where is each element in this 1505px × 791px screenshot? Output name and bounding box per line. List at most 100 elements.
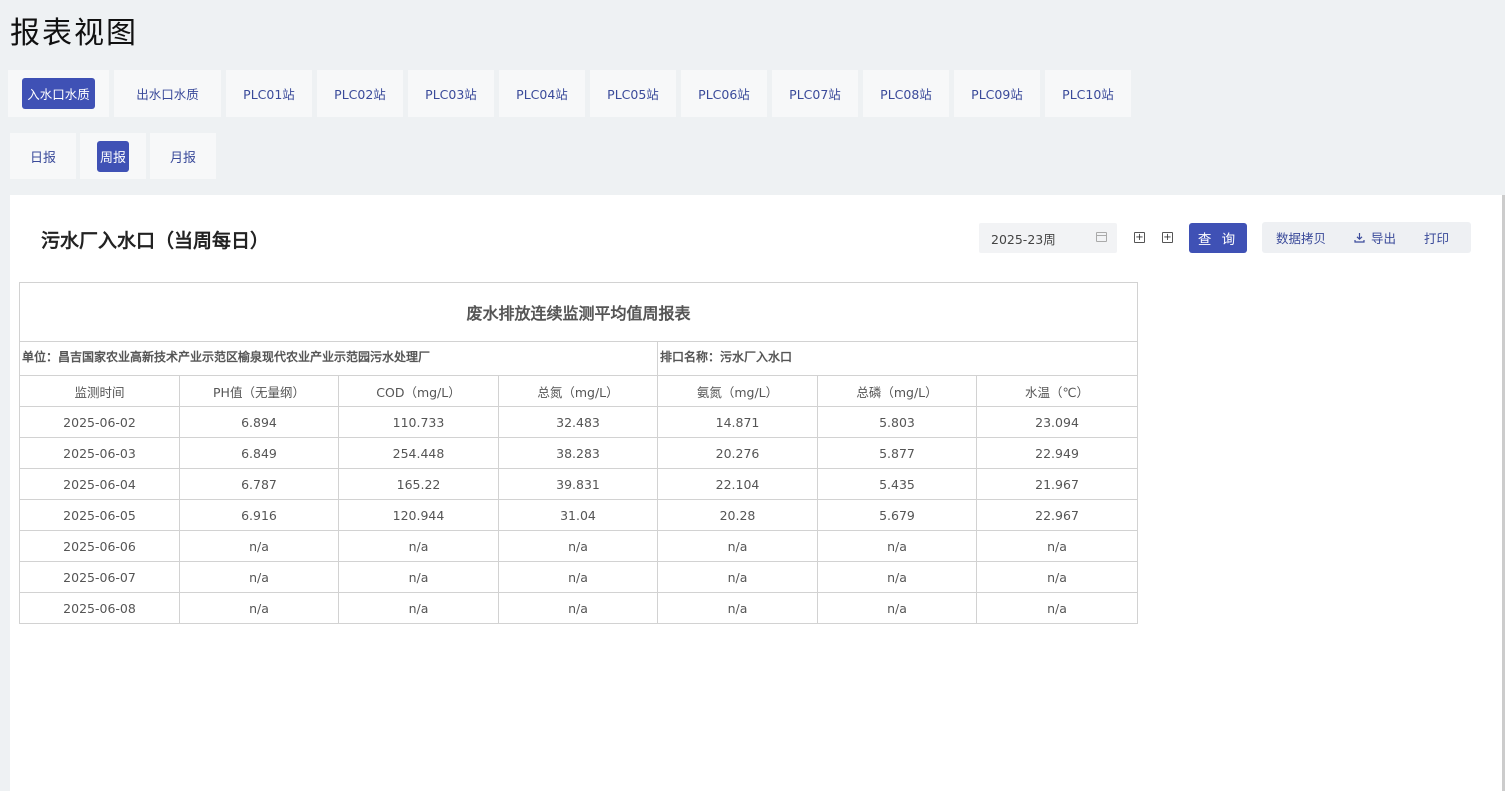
header-row: 监测时间 PH值（无量纲） COD（mg/L） 总氮（mg/L） 氨氮（mg/L… (19, 375, 1139, 407)
table-cell: 2025-06-06 (19, 530, 180, 562)
expand-icon[interactable]: + (1162, 232, 1173, 243)
query-button[interactable]: 查 询 (1189, 223, 1247, 253)
table-cell: 5.679 (817, 499, 977, 531)
table-cell: 21.967 (975, 468, 1139, 500)
tab-label: PLC07站 (789, 87, 841, 102)
table-cell: 22.949 (975, 437, 1139, 469)
report-heading: 污水厂入水口（当周每日） (41, 230, 270, 252)
table-cell: n/a (975, 530, 1139, 562)
print-button[interactable]: 打印 (1424, 228, 1449, 247)
action-button-group: 数据拷贝 导出 打印 (1262, 222, 1471, 253)
table-cell: n/a (179, 592, 339, 624)
site-tabs: 入水口水质 出水口水质 PLC01站 PLC02站 PLC03站 PLC04站 … (8, 70, 1136, 117)
expand-icon[interactable]: + (1134, 232, 1145, 243)
table-cell: 39.831 (498, 468, 658, 500)
period-tabs: 日报 周报 月报 (10, 133, 220, 179)
tab-plc01[interactable]: PLC01站 (226, 70, 312, 117)
table-cell: 2025-06-08 (19, 592, 180, 624)
tab-outlet-quality[interactable]: 出水口水质 (114, 70, 221, 117)
unit-label: 单位：昌吉国家农业高新技术产业示范区榆泉现代农业产业示范园污水处理厂 (19, 341, 658, 376)
tab-weekly[interactable]: 周报 (80, 133, 146, 179)
tab-label: 日报 (29, 150, 56, 166)
copy-data-button[interactable]: 数据拷贝 (1276, 228, 1326, 247)
tab-label: PLC10站 (1062, 87, 1114, 102)
table-cell: 165.22 (338, 468, 499, 500)
table-title: 废水排放连续监测平均值周报表 (18, 282, 1139, 342)
table-cell: 22.104 (657, 468, 818, 500)
tab-label: PLC06站 (698, 87, 750, 102)
tab-daily[interactable]: 日报 (10, 133, 76, 179)
column-header: 总磷（mg/L） (817, 375, 977, 407)
table-cell: n/a (975, 592, 1139, 624)
table-cell: 2025-06-02 (19, 406, 180, 438)
table-row: 2025-06-05 6.916 120.944 31.04 20.28 5.6… (19, 499, 1139, 531)
column-header: PH值（无量纲） (179, 375, 339, 407)
table-cell: 38.283 (498, 437, 658, 469)
table-cell: 6.787 (179, 468, 339, 500)
tab-plc08[interactable]: PLC08站 (863, 70, 949, 117)
table-cell: n/a (817, 530, 977, 562)
table-cell: n/a (179, 561, 339, 593)
table-cell: 5.435 (817, 468, 977, 500)
tab-monthly[interactable]: 月报 (150, 133, 216, 179)
table-row: 2025-06-02 6.894 110.733 32.483 14.871 5… (19, 406, 1139, 438)
table-cell: n/a (817, 561, 977, 593)
tab-label: PLC03站 (425, 87, 477, 102)
table-cell: n/a (975, 561, 1139, 593)
page-title: 报表视图 (10, 16, 138, 51)
table-cell: n/a (657, 592, 818, 624)
report-table: 废水排放连续监测平均值周报表 单位：昌吉国家农业高新技术产业示范区榆泉现代农业产… (18, 282, 1139, 624)
table-cell: 6.894 (179, 406, 339, 438)
tab-label: PLC02站 (334, 87, 386, 102)
table-cell: 5.803 (817, 406, 977, 438)
tab-label: PLC08站 (880, 87, 932, 102)
tab-plc10[interactable]: PLC10站 (1045, 70, 1131, 117)
print-label: 打印 (1424, 231, 1450, 246)
table-cell: n/a (498, 530, 658, 562)
week-picker[interactable]: 2025-23周 (979, 223, 1117, 253)
table-cell: n/a (179, 530, 339, 562)
table-cell: 120.944 (338, 499, 499, 531)
tab-plc05[interactable]: PLC05站 (590, 70, 676, 117)
table-cell: 6.916 (179, 499, 339, 531)
table-cell: n/a (498, 561, 658, 593)
tab-plc06[interactable]: PLC06站 (681, 70, 767, 117)
column-header: 总氮（mg/L） (498, 375, 658, 407)
week-value: 2025-23周 (991, 231, 1056, 247)
table-cell: 14.871 (657, 406, 818, 438)
column-header: COD（mg/L） (338, 375, 499, 407)
export-button[interactable]: 导出 (1354, 228, 1396, 247)
table-row: 2025-06-04 6.787 165.22 39.831 22.104 5.… (19, 468, 1139, 500)
table-cell: 2025-06-04 (19, 468, 180, 500)
report-panel: 污水厂入水口（当周每日） 2025-23周 + + 查 询 数据拷贝 导出 打印… (10, 195, 1502, 791)
tab-inlet-quality[interactable]: 入水口水质 (8, 70, 109, 117)
tab-plc02[interactable]: PLC02站 (317, 70, 403, 117)
table-row: 2025-06-06 n/a n/a n/a n/a n/a n/a (19, 530, 1139, 562)
table-cell: 23.094 (975, 406, 1139, 438)
tab-label: 入水口水质 (22, 78, 95, 109)
table-cell: n/a (817, 592, 977, 624)
table-cell: 5.877 (817, 437, 977, 469)
table-cell: 2025-06-07 (19, 561, 180, 593)
tab-label: 出水口水质 (136, 87, 199, 102)
tab-label: 周报 (96, 140, 129, 172)
outlet-label: 排口名称：污水厂入水口 (656, 341, 1139, 376)
table-cell: n/a (338, 530, 499, 562)
tab-label: PLC05站 (607, 87, 659, 102)
table-row: 2025-06-08 n/a n/a n/a n/a n/a n/a (19, 592, 1139, 624)
tab-plc04[interactable]: PLC04站 (499, 70, 585, 117)
calendar-icon (1096, 232, 1107, 242)
download-icon (1354, 233, 1365, 243)
table-cell: 22.967 (975, 499, 1139, 531)
table-cell: 254.448 (338, 437, 499, 469)
copy-data-label: 数据拷贝 (1276, 231, 1327, 246)
table-cell: 20.276 (657, 437, 818, 469)
table-cell: 110.733 (338, 406, 499, 438)
table-cell: n/a (338, 561, 499, 593)
table-cell: 31.04 (498, 499, 658, 531)
tab-plc03[interactable]: PLC03站 (408, 70, 494, 117)
table-cell: n/a (498, 592, 658, 624)
column-header: 水温（℃） (975, 375, 1139, 407)
tab-plc09[interactable]: PLC09站 (954, 70, 1040, 117)
tab-plc07[interactable]: PLC07站 (772, 70, 858, 117)
